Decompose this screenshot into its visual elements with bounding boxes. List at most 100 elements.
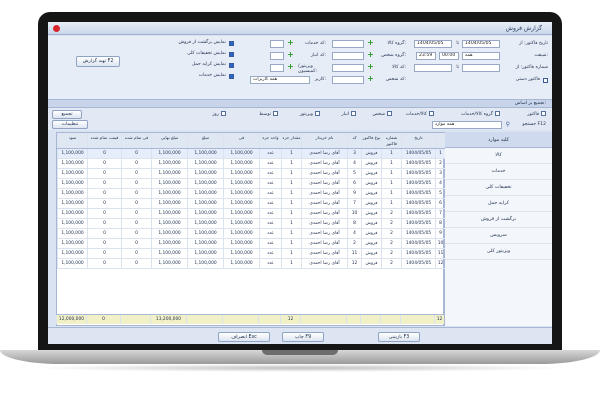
table-cell: 3	[347, 149, 361, 158]
table-cell: 1	[381, 149, 401, 158]
category-item[interactable]: تخفیفات کلی	[445, 180, 552, 196]
invoice-to-input[interactable]	[414, 64, 452, 72]
opt-return-checkbox[interactable]	[229, 41, 234, 46]
report-button[interactable]: تهیه گزارش F2	[76, 56, 120, 67]
table-row[interactable]: 2 1404/05/05 1 فروش 4 آقای رضا احمدی 1 عدد 1,100…	[57, 159, 445, 169]
delivery-code-input[interactable]	[270, 52, 284, 60]
date-to-input[interactable]: 1404/05/05	[414, 40, 452, 48]
table-cell: 1404/05/05	[401, 189, 435, 198]
visitor-label: ویزیتور/کمیسیون:	[298, 64, 318, 74]
invoice-from-input[interactable]	[462, 64, 500, 72]
manual-invoice-checkbox[interactable]	[543, 78, 548, 83]
person-code-input[interactable]	[332, 76, 364, 84]
table-row[interactable]: 8 1404/05/05 2 فروش 8 آقای رضا احمدی 1 عدد 1,100…	[57, 219, 445, 229]
opt-services-checkbox[interactable]	[229, 74, 234, 79]
table-row[interactable]: 7 1404/05/05 2 فروش 10 آقای رضا احمدی 1 عدد 1,10…	[57, 209, 445, 219]
category-item[interactable]: کرایه حمل	[445, 196, 552, 212]
plus-icon[interactable]: +	[287, 51, 294, 59]
table-row[interactable]: 10 1404/05/05 2 فروش 2 آقای رضا احمدی 1 عدد 1,10…	[57, 239, 445, 249]
table-row[interactable]: 5 1404/05/05 1 فروش 9 آقای رضا احمدی 1 عدد 1,100…	[57, 189, 445, 199]
table-cell: آقای رضا احمدی	[301, 199, 347, 208]
search-select[interactable]: همه موارد	[432, 121, 502, 129]
table-cell: 6	[435, 199, 445, 208]
opt-discount-checkbox[interactable]	[229, 52, 234, 57]
visitor-input[interactable]	[270, 64, 284, 72]
shift-select[interactable]: همه	[462, 52, 500, 60]
table-cell: 1,100,000	[223, 219, 259, 228]
column-header: فی	[223, 133, 259, 148]
group-button[interactable]: تجمیع	[52, 110, 82, 119]
table-row[interactable]: 12 1404/05/05 2 فروش 12 آقای رضا احمدی 1 عدد 1,1…	[57, 259, 445, 269]
table-cell: 0	[121, 189, 151, 198]
plus-icon[interactable]: +	[367, 51, 374, 59]
table-row[interactable]: 11 1404/05/05 2 فروش 11 آقای رضا احمدی 1 عدد 1,1…	[57, 249, 445, 259]
category-item[interactable]: ویزیتور کلی	[445, 244, 552, 260]
plus-icon[interactable]: +	[367, 63, 374, 71]
filter-person[interactable]: شخص	[373, 111, 392, 117]
table-cell: 1,100,000	[151, 199, 187, 208]
table-cell: 2	[381, 249, 401, 258]
table-cell: 1,100,000	[187, 219, 223, 228]
filter-warehouse[interactable]: انبار	[341, 111, 356, 117]
plus-icon[interactable]: +	[287, 63, 294, 71]
invoice-to-label: تا	[456, 65, 459, 70]
goods-group-input[interactable]	[332, 40, 364, 48]
close-icon[interactable]	[53, 25, 60, 32]
total-cell	[258, 315, 280, 324]
table-cell: 2	[381, 239, 401, 248]
table-cell: 9	[435, 229, 445, 238]
table-cell: 1,100,000	[223, 189, 259, 198]
filter-day[interactable]: روز	[212, 111, 226, 117]
table-cell: 4	[347, 229, 361, 238]
checkbox-icon	[541, 111, 546, 116]
filter-goods-group[interactable]: گروه کالا/خدمات	[461, 111, 500, 117]
category-item[interactable]: کالا	[445, 148, 552, 164]
table-cell: 0	[121, 229, 151, 238]
opt-extra-cost-checkbox[interactable]	[229, 63, 234, 68]
table-cell: 1404/05/05	[401, 209, 435, 218]
table-cell: 5	[435, 189, 445, 198]
table-row[interactable]: 4 1404/05/05 1 فروش 6 آقای رضا احمدی 1 عدد 1,100…	[57, 179, 445, 189]
delivery-code-label: کد انبار:	[310, 53, 326, 58]
table-cell: فروش	[361, 149, 381, 158]
goods-code-input[interactable]	[332, 64, 364, 72]
table-cell: 7	[435, 209, 445, 218]
filter-visitor[interactable]: ویزیتور	[300, 111, 320, 117]
user-select[interactable]: همه کاربرات	[250, 76, 310, 84]
settings-button[interactable]: تنظیمات	[52, 120, 88, 129]
table-cell: 1,100,000	[223, 209, 259, 218]
time-from-input[interactable]: 00:00	[439, 52, 459, 60]
table-cell: 1404/05/05	[401, 229, 435, 238]
category-item[interactable]: خدمات	[445, 164, 552, 180]
table-cell: 1	[281, 149, 301, 158]
print-button[interactable]: چاپ F9	[282, 332, 324, 342]
date-from-input[interactable]: 1404/05/05	[462, 40, 500, 48]
filter-invoice[interactable]: فاکتور	[527, 111, 546, 117]
table-cell: فروش	[361, 219, 381, 228]
service-code-input[interactable]	[270, 40, 284, 48]
table-row[interactable]: 9 1404/05/05 2 فروش 4 آقای رضا احمدی 1 عدد 1,100…	[57, 229, 445, 239]
table-row[interactable]: 1 1404/05/05 1 فروش 3 آقای رضا احمدی 1 عدد 1,100…	[57, 149, 445, 159]
table-cell: فروش	[361, 209, 381, 218]
column-header: مقدار جزء	[281, 133, 301, 148]
category-item[interactable]: برگشت از فروش	[445, 212, 552, 228]
table-cell: 0	[121, 259, 151, 268]
category-item[interactable]: سرویس	[445, 228, 552, 244]
plus-icon[interactable]: +	[367, 39, 374, 47]
plus-icon[interactable]: +	[367, 75, 374, 83]
filter-by[interactable]: توسط	[259, 111, 278, 117]
exit-button[interactable]: انصراف Esc	[218, 332, 270, 342]
table-cell: 1,100,000	[151, 179, 187, 188]
table-row[interactable]: 6 1404/05/05 1 فروش 7 آقای رضا احمدی 1 عدد 1,100…	[57, 199, 445, 209]
search-bar: جستجو F12 ⚲ همه موارد تنظیمات	[48, 120, 552, 130]
preview-button[interactable]: بازبینی F3	[378, 332, 420, 342]
group-filters: فاکتور گروه کالا/خدمات کالا/خدمات شخص ان…	[48, 108, 552, 120]
plus-icon[interactable]: +	[287, 39, 294, 47]
person-group-input[interactable]	[332, 52, 364, 60]
table-cell: فروش	[361, 159, 381, 168]
table-cell: عدد	[259, 169, 281, 178]
filter-goods[interactable]: کالا/خدمات	[406, 111, 434, 117]
column-header: واحد جزء	[259, 133, 281, 148]
time-to-input[interactable]: 23:59	[416, 52, 436, 60]
table-row[interactable]: 3 1404/05/05 1 فروش 5 آقای رضا احمدی 1 عدد 1,100…	[57, 169, 445, 179]
